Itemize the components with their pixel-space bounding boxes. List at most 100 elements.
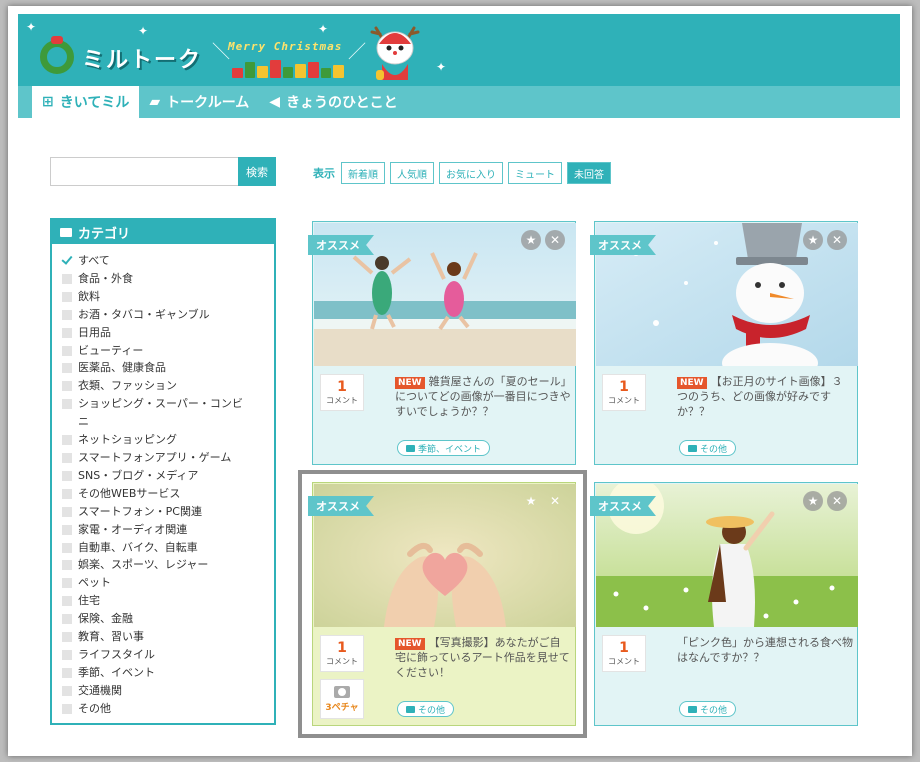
nav-tab-label: きいてミル [59, 95, 130, 111]
checkbox[interactable] [62, 542, 72, 553]
close-icon[interactable]: ✕ [827, 230, 847, 250]
category-label: 飲料 [78, 289, 100, 303]
checkbox[interactable] [62, 649, 72, 660]
category-item[interactable]: 自動車、バイク、自転車 [62, 539, 274, 557]
checkbox[interactable] [62, 452, 72, 463]
category-item[interactable]: 教育、習い事 [62, 628, 274, 646]
checkbox[interactable] [62, 273, 72, 284]
checkbox[interactable] [62, 632, 72, 643]
checkbox[interactable] [62, 506, 72, 517]
category-item[interactable]: 保険、金融 [62, 610, 274, 628]
category-item[interactable]: スマートフォンアプリ・ゲーム [62, 449, 274, 467]
checkbox[interactable] [62, 363, 72, 374]
question-card[interactable]: オススメ ★ ✕ 1 コメント 3ペチャ NEW 【写真撮影】あなたがご自宅に飾っ… [308, 482, 576, 726]
question-text-block[interactable]: NEW 【写真撮影】あなたがご自宅に飾っているアート作品を見せてください！ [395, 635, 571, 680]
category-tag[interactable]: 季節、イベント [397, 440, 491, 456]
checkbox[interactable] [62, 291, 72, 302]
category-item[interactable]: 住宅 [62, 592, 274, 610]
comment-count-box[interactable]: 1 コメント [320, 374, 364, 411]
category-item[interactable]: ビューティー [62, 342, 274, 360]
category-item[interactable]: その他WEBサービス [62, 485, 274, 503]
checkbox[interactable] [62, 309, 72, 320]
category-item[interactable]: ライフスタイル [62, 646, 274, 664]
site-logo[interactable]: ミルトーク [82, 42, 202, 74]
checkbox[interactable] [62, 596, 72, 607]
question-text-block[interactable]: NEW 雑貨屋さんの「夏のセール」についてどの画像が一番目につきやすいでしょうか？… [395, 374, 571, 419]
favorite-star-icon[interactable]: ★ [521, 491, 541, 511]
category-label: ショッピング・スーパー・コンビニ [78, 397, 243, 429]
checkbox[interactable] [62, 703, 72, 714]
category-item[interactable]: 交通機関 [62, 682, 274, 700]
category-tag[interactable]: その他 [679, 440, 737, 456]
new-badge: NEW [677, 377, 707, 389]
category-item-all[interactable]: すべて [62, 252, 274, 270]
filter-favorites[interactable]: お気に入り [439, 162, 503, 184]
category-panel: カテゴリ すべて 食品・外食 飲料 お酒・タバコ・ギャンブル 日用品 ビューティ… [50, 218, 276, 725]
checkbox[interactable] [62, 524, 72, 535]
category-item[interactable]: スマートフォン・PC関連 [62, 503, 274, 521]
category-item[interactable]: その他 [62, 700, 274, 718]
checkmark-icon[interactable] [62, 256, 72, 266]
category-item[interactable]: 娯楽、スポーツ、レジャー [62, 556, 274, 574]
category-item[interactable]: ペット [62, 574, 274, 592]
checkbox[interactable] [62, 578, 72, 589]
category-item[interactable]: 日用品 [62, 324, 274, 342]
nav-tab-hitokoto[interactable]: ◀ きょうのひとこと [259, 86, 407, 118]
category-item[interactable]: ネットショッピング [62, 431, 274, 449]
category-item[interactable]: 季節、イベント [62, 664, 274, 682]
close-icon[interactable]: ✕ [545, 491, 565, 511]
comment-unit: コメント [326, 657, 358, 666]
checkbox[interactable] [62, 399, 72, 410]
checkbox[interactable] [62, 614, 72, 625]
close-icon[interactable]: ✕ [545, 230, 565, 250]
checkbox[interactable] [62, 327, 72, 338]
category-item[interactable]: 衣類、ファッション [62, 377, 274, 395]
category-tag-label: その他 [418, 705, 446, 716]
nav-tab-kiitemiru[interactable]: ⊞ きいてミル [32, 86, 140, 118]
comment-count: 1 [337, 379, 347, 395]
category-label: 保険、金融 [78, 612, 133, 626]
question-text-block[interactable]: 「ピンク色」から連想される食べ物はなんですか？？ [677, 635, 853, 665]
category-label: 住宅 [78, 594, 100, 608]
checkbox[interactable] [62, 470, 72, 481]
question-card[interactable]: オススメ ★ ✕ 1 コメント NEW 【お正月のサイト画像】３つのうち、どの画像… [590, 221, 858, 465]
photo-count-box[interactable]: 3ペチャ [320, 679, 364, 719]
category-item[interactable]: お酒・タバコ・ギャンブル [62, 306, 274, 324]
checkbox[interactable] [62, 345, 72, 356]
search-input[interactable] [50, 157, 238, 186]
category-item[interactable]: 食品・外食 [62, 270, 274, 288]
filter-unanswered[interactable]: 未回答 [567, 162, 611, 184]
question-card[interactable]: オススメ ★ ✕ 1 コメント NEW 雑貨屋さんの「夏のセール」についてどの画像… [308, 221, 576, 465]
category-list: すべて 食品・外食 飲料 お酒・タバコ・ギャンブル 日用品 ビューティー 医薬品… [52, 244, 274, 718]
comment-count-box[interactable]: 1 コメント [602, 374, 646, 411]
category-tag[interactable]: その他 [679, 701, 737, 717]
checkbox[interactable] [62, 667, 72, 678]
category-tag[interactable]: その他 [397, 701, 455, 717]
filter-newest[interactable]: 新着順 [341, 162, 385, 184]
search-button[interactable]: 検索 [238, 157, 276, 186]
category-item[interactable]: 家電・オーディオ関連 [62, 521, 274, 539]
comment-count-box[interactable]: 1 コメント [602, 635, 646, 672]
filter-muted[interactable]: ミュート [508, 162, 562, 184]
category-label: 医薬品、健康食品 [78, 361, 166, 375]
category-item[interactable]: 飲料 [62, 288, 274, 306]
favorite-star-icon[interactable]: ★ [803, 230, 823, 250]
nav-tab-talkroom[interactable]: ▰ トークルーム [139, 86, 259, 118]
recommended-badge: オススメ [590, 235, 656, 255]
checkbox[interactable] [62, 381, 72, 392]
checkbox[interactable] [62, 560, 72, 571]
category-item[interactable]: 医薬品、健康食品 [62, 359, 274, 377]
question-text-block[interactable]: NEW 【お正月のサイト画像】３つのうち、どの画像が好みですか？？ [677, 374, 853, 419]
favorite-star-icon[interactable]: ★ [521, 230, 541, 250]
category-item[interactable]: SNS・ブログ・メディア [62, 467, 274, 485]
favorite-star-icon[interactable]: ★ [803, 491, 823, 511]
filter-popular[interactable]: 人気順 [390, 162, 434, 184]
checkbox[interactable] [62, 488, 72, 499]
gift-boxes-icon [232, 60, 345, 78]
checkbox[interactable] [62, 435, 72, 446]
close-icon[interactable]: ✕ [827, 491, 847, 511]
question-card[interactable]: オススメ ★ ✕ 1 コメント 「ピンク色」から連想される食べ物はなんですか？？… [590, 482, 858, 726]
category-item[interactable]: ショッピング・スーパー・コンビニ [62, 395, 274, 431]
comment-count-box[interactable]: 1 コメント [320, 635, 364, 672]
checkbox[interactable] [62, 685, 72, 696]
